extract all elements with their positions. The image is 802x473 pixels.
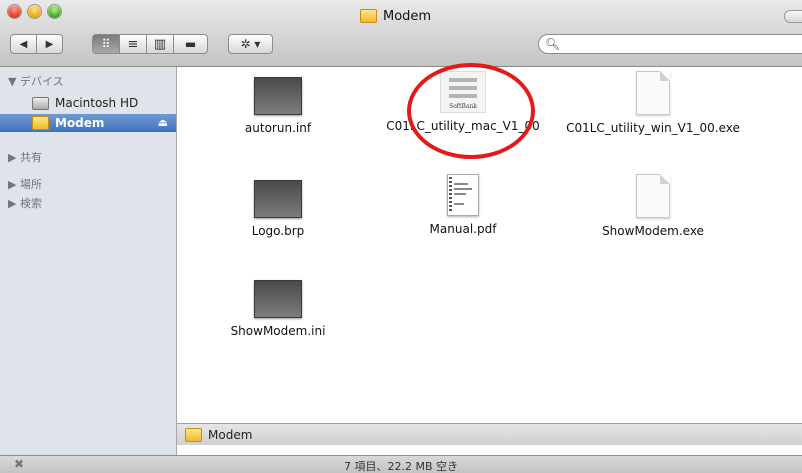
file-item[interactable]: ShowModem.ini (188, 270, 368, 339)
hard-disk-icon (32, 96, 49, 110)
red-circle-annotation (407, 63, 535, 159)
toolbar-toggle-button[interactable] (784, 10, 802, 23)
file-item[interactable]: ShowModem.exe (563, 170, 743, 239)
file-item[interactable]: autorun.inf (188, 67, 368, 136)
sidebar-section-places[interactable]: ▶ 場所 (8, 176, 42, 192)
pdf-document-icon (447, 174, 479, 216)
search-icon: 🔍︎ (545, 37, 561, 51)
file-item[interactable]: Logo.brp (188, 170, 368, 239)
finder-window: Modem ◀ ▶ ⠿ ≡ ▥ ▬ ✲ ▾ 🔍︎ ▼ デバイス Macintos… (0, 0, 802, 473)
search-input[interactable] (561, 36, 802, 53)
dark-thumbnail-icon (254, 77, 302, 115)
window-title: Modem (360, 7, 431, 25)
back-button[interactable]: ◀ (10, 34, 37, 54)
file-name: C01LC_utility_win_V1_00.exe (566, 121, 740, 135)
status-text: 7 項目、22.2 MB 空き (343, 460, 459, 473)
icon-view-button[interactable]: ⠿ (92, 34, 120, 54)
column-view-button[interactable]: ▥ (146, 34, 174, 54)
coverflow-view-button[interactable]: ▬ (173, 34, 208, 54)
sidebar-item-label: Macintosh HD (55, 96, 139, 110)
search-field[interactable]: 🔍︎ (538, 34, 802, 54)
forward-button[interactable]: ▶ (36, 34, 63, 54)
title-bar: Modem ◀ ▶ ⠿ ≡ ▥ ▬ ✲ ▾ 🔍︎ (0, 0, 802, 67)
blank-document-icon (636, 174, 670, 218)
sidebar: ▼ デバイス Macintosh HD Modem ⏏ ▶ 共有 ▶ 場所 ▶ … (0, 67, 177, 455)
sidebar-item-modem[interactable]: Modem ⏏ (0, 114, 176, 132)
window-title-text: Modem (383, 8, 432, 24)
close-button[interactable] (8, 5, 21, 18)
sidebar-section-devices[interactable]: ▼ デバイス (8, 73, 64, 89)
sidebar-item-macintosh-hd[interactable]: Macintosh HD (0, 94, 176, 112)
file-name: autorun.inf (244, 121, 312, 135)
file-name: Manual.pdf (429, 222, 497, 236)
action-menu-button[interactable]: ✲ ▾ (228, 34, 273, 54)
sidebar-section-shared[interactable]: ▶ 共有 (8, 149, 42, 165)
folder-icon (32, 116, 49, 130)
file-name: Logo.brp (251, 224, 305, 238)
file-name: ShowModem.ini (230, 324, 326, 338)
path-bar-label[interactable]: Modem (208, 428, 252, 442)
sidebar-item-label: Modem (55, 116, 105, 130)
status-bar: ✖︎ 7 項目、22.2 MB 空き (0, 455, 802, 473)
eject-icon[interactable]: ⏏ (158, 116, 168, 129)
blank-document-icon (636, 71, 670, 115)
file-item[interactable]: C01LC_utility_win_V1_00.exe (563, 67, 743, 136)
minimize-button[interactable] (28, 5, 41, 18)
dark-thumbnail-icon (254, 280, 302, 318)
file-item[interactable]: Manual.pdf (373, 170, 553, 237)
path-bar: Modem (177, 423, 802, 445)
list-view-button[interactable]: ≡ (119, 34, 147, 54)
folder-icon (185, 427, 202, 442)
dark-thumbnail-icon (254, 180, 302, 218)
file-name: ShowModem.exe (602, 224, 704, 238)
folder-icon (360, 9, 377, 23)
zoom-button[interactable] (48, 5, 61, 18)
sidebar-section-search[interactable]: ▶ 検索 (8, 195, 42, 211)
